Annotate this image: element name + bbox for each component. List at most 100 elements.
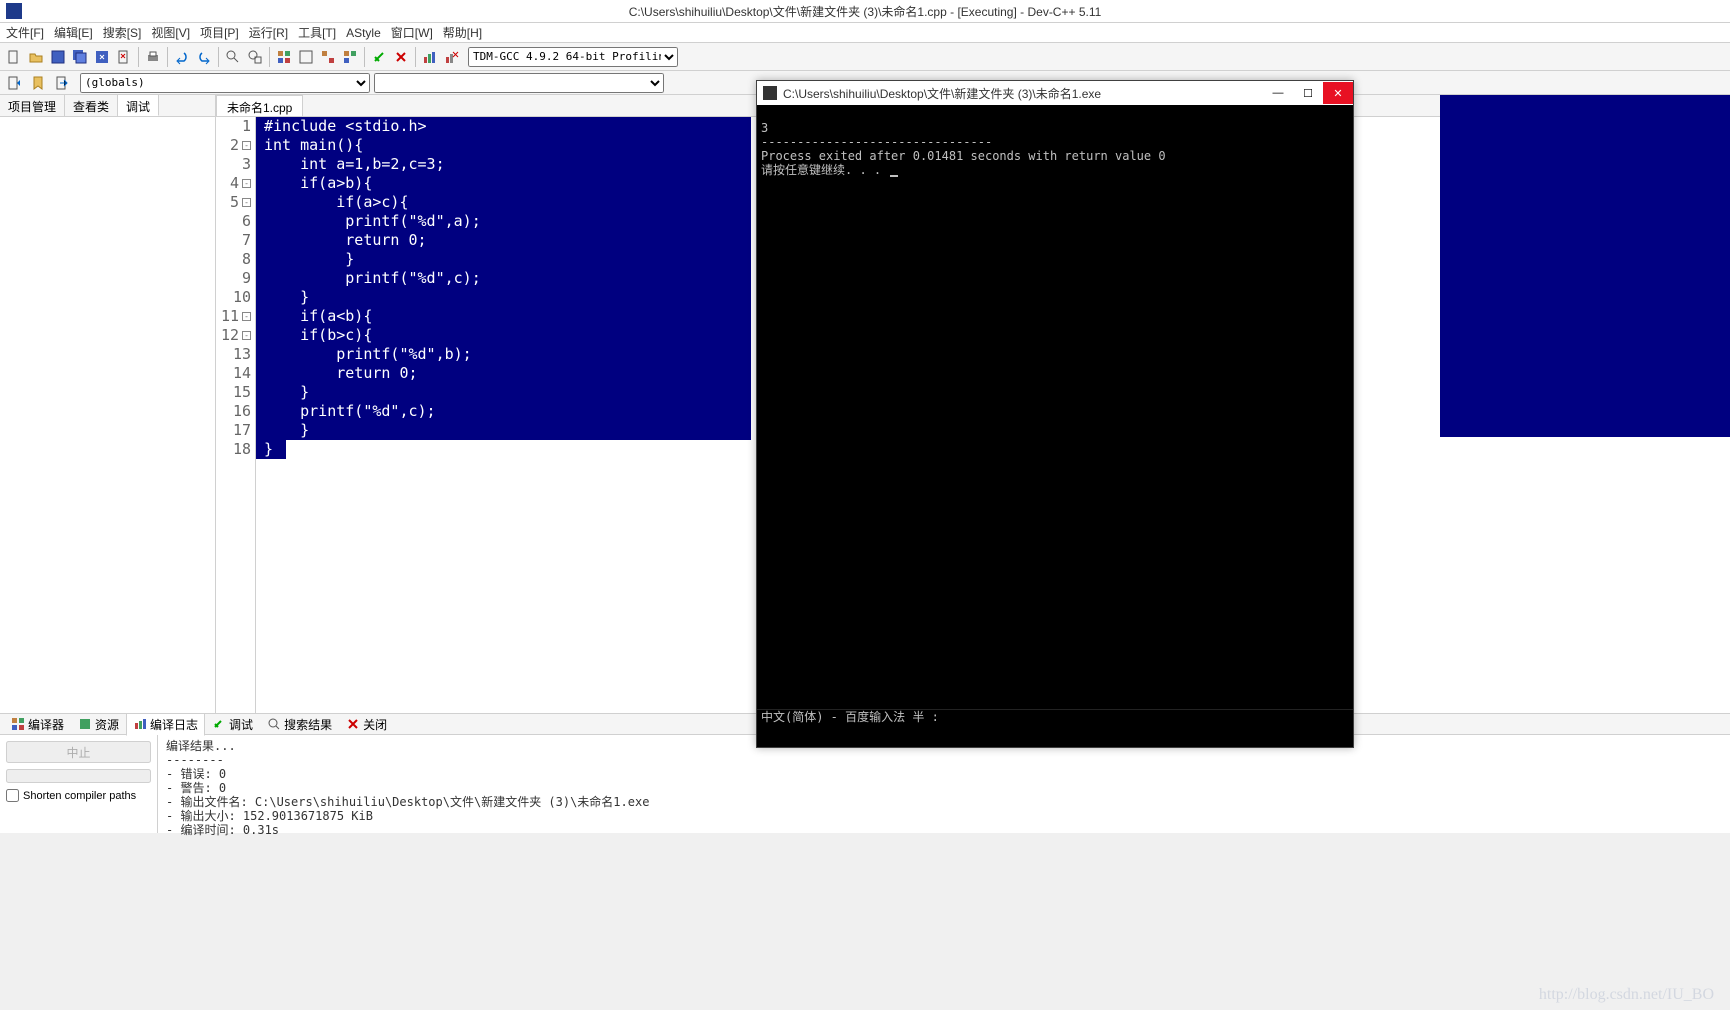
- bottom-tab-search-results[interactable]: 搜索结果: [260, 713, 339, 736]
- menu-view[interactable]: 视图[V]: [151, 24, 190, 41]
- grid-icon: [11, 717, 25, 731]
- insert-icon[interactable]: [4, 73, 24, 93]
- line-number: 5-: [216, 193, 251, 212]
- fold-icon[interactable]: -: [242, 312, 251, 321]
- bookmark-icon[interactable]: [28, 73, 48, 93]
- bottom-tab-close[interactable]: 关闭: [339, 713, 394, 736]
- bottom-tab-debug[interactable]: 调试: [205, 713, 260, 736]
- new-file-icon[interactable]: [4, 47, 24, 67]
- separator: [138, 47, 139, 67]
- open-icon[interactable]: [26, 47, 46, 67]
- title-bar: C:\Users\shihuiliu\Desktop\文件\新建文件夹 (3)\…: [0, 0, 1730, 23]
- menu-bar: 文件[F] 编辑[E] 搜索[S] 视图[V] 项目[P] 运行[R] 工具[T…: [0, 23, 1730, 43]
- progress-button[interactable]: [6, 769, 151, 783]
- redo-icon[interactable]: [194, 47, 214, 67]
- shorten-paths-checkbox[interactable]: [6, 789, 19, 802]
- fold-icon[interactable]: -: [242, 141, 251, 150]
- menu-astyle[interactable]: AStyle: [346, 26, 381, 40]
- delete-profile-icon[interactable]: [442, 47, 462, 67]
- rebuild-icon[interactable]: [340, 47, 360, 67]
- minimize-button[interactable]: —: [1263, 82, 1293, 104]
- bottom-tab-resource[interactable]: 资源: [71, 713, 126, 736]
- bottom-panel: 中止 Shorten compiler paths 编译结果... ------…: [0, 735, 1730, 833]
- menu-project[interactable]: 项目[P]: [200, 24, 239, 41]
- line-number: 18: [216, 440, 251, 459]
- left-panel-tabs: 项目管理 查看类 调试: [0, 95, 215, 117]
- menu-window[interactable]: 窗口[W]: [391, 24, 433, 41]
- symbol-select[interactable]: [374, 73, 664, 93]
- cursor: [890, 175, 898, 177]
- fold-icon[interactable]: -: [242, 198, 251, 207]
- compile-run-icon[interactable]: [318, 47, 338, 67]
- save-all-icon[interactable]: [70, 47, 90, 67]
- line-number: 12-: [216, 326, 251, 345]
- line-number: 13: [216, 345, 251, 364]
- resource-icon: [78, 717, 92, 731]
- find-icon[interactable]: [223, 47, 243, 67]
- line-number: 1: [216, 117, 251, 136]
- tab-project-manage[interactable]: 项目管理: [0, 95, 65, 116]
- goto-icon[interactable]: [52, 73, 72, 93]
- menu-run[interactable]: 运行[R]: [249, 24, 288, 41]
- line-number: 11-: [216, 307, 251, 326]
- menu-edit[interactable]: 编辑[E]: [54, 24, 93, 41]
- undo-icon[interactable]: [172, 47, 192, 67]
- separator: [218, 47, 219, 67]
- menu-help[interactable]: 帮助[H]: [443, 24, 482, 41]
- fold-icon[interactable]: -: [242, 331, 251, 340]
- check-icon: [212, 717, 226, 731]
- ime-status: 中文(简体) - 百度输入法 半 :: [757, 709, 1353, 725]
- line-number: 10: [216, 288, 251, 307]
- compile-output: 编译结果... -------- - 错误: 0 - 警告: 0 - 输出文件名…: [158, 735, 1730, 833]
- tab-view-class[interactable]: 查看类: [65, 95, 118, 116]
- console-output-line: 3: [761, 121, 768, 135]
- menu-search[interactable]: 搜索[S]: [103, 24, 142, 41]
- save-icon[interactable]: [48, 47, 68, 67]
- console-window: C:\Users\shihuiliu\Desktop\文件\新建文件夹 (3)\…: [756, 80, 1354, 748]
- editor-tab-file[interactable]: 未命名1.cpp: [216, 95, 303, 116]
- menu-file[interactable]: 文件[F]: [6, 24, 44, 41]
- tab-debug[interactable]: 调试: [118, 95, 159, 116]
- abort-button[interactable]: 中止: [6, 741, 151, 763]
- print-icon[interactable]: [143, 47, 163, 67]
- bottom-panel-left: 中止 Shorten compiler paths: [0, 735, 158, 833]
- line-number: 4-: [216, 174, 251, 193]
- line-number: 14: [216, 364, 251, 383]
- close-icon: [346, 717, 360, 731]
- console-body[interactable]: 3 -------------------------------- Proce…: [757, 105, 1353, 725]
- compile-icon[interactable]: [274, 47, 294, 67]
- line-number: 7: [216, 231, 251, 250]
- line-number: 3: [216, 155, 251, 174]
- menu-tools[interactable]: 工具[T]: [298, 24, 336, 41]
- line-number: 6: [216, 212, 251, 231]
- line-number: 8: [216, 250, 251, 269]
- compiler-select[interactable]: TDM-GCC 4.9.2 64-bit Profiling: [468, 47, 678, 67]
- window-title: C:\Users\shihuiliu\Desktop\文件\新建文件夹 (3)\…: [629, 3, 1102, 20]
- profile-icon[interactable]: [420, 47, 440, 67]
- console-exit-line: Process exited after 0.01481 seconds wit…: [761, 149, 1166, 163]
- fold-icon[interactable]: -: [242, 179, 251, 188]
- search-icon: [267, 717, 281, 731]
- watermark: http://blog.csdn.net/IU_BO: [1539, 986, 1714, 1004]
- bottom-tab-compile-log[interactable]: 编译日志: [126, 713, 205, 736]
- left-panel: 项目管理 查看类 调试: [0, 95, 216, 713]
- console-titlebar[interactable]: C:\Users\shihuiliu\Desktop\文件\新建文件夹 (3)\…: [757, 81, 1353, 105]
- close-file-icon[interactable]: [114, 47, 134, 67]
- replace-icon[interactable]: [245, 47, 265, 67]
- line-number: 17: [216, 421, 251, 440]
- separator: [415, 47, 416, 67]
- console-icon: [763, 86, 777, 100]
- separator: [167, 47, 168, 67]
- maximize-button[interactable]: ☐: [1293, 82, 1323, 104]
- shorten-paths-label[interactable]: Shorten compiler paths: [6, 789, 151, 802]
- bottom-tab-compiler[interactable]: 编译器: [4, 713, 71, 736]
- toolbar-main: TDM-GCC 4.9.2 64-bit Profiling: [0, 43, 1730, 71]
- debug-icon[interactable]: [369, 47, 389, 67]
- close-button[interactable]: ✕: [1323, 82, 1353, 104]
- run-icon[interactable]: [296, 47, 316, 67]
- save-as-icon[interactable]: [92, 47, 112, 67]
- app-icon: [6, 3, 22, 19]
- stop-icon[interactable]: [391, 47, 411, 67]
- log-icon: [133, 717, 147, 731]
- scope-select[interactable]: (globals): [80, 73, 370, 93]
